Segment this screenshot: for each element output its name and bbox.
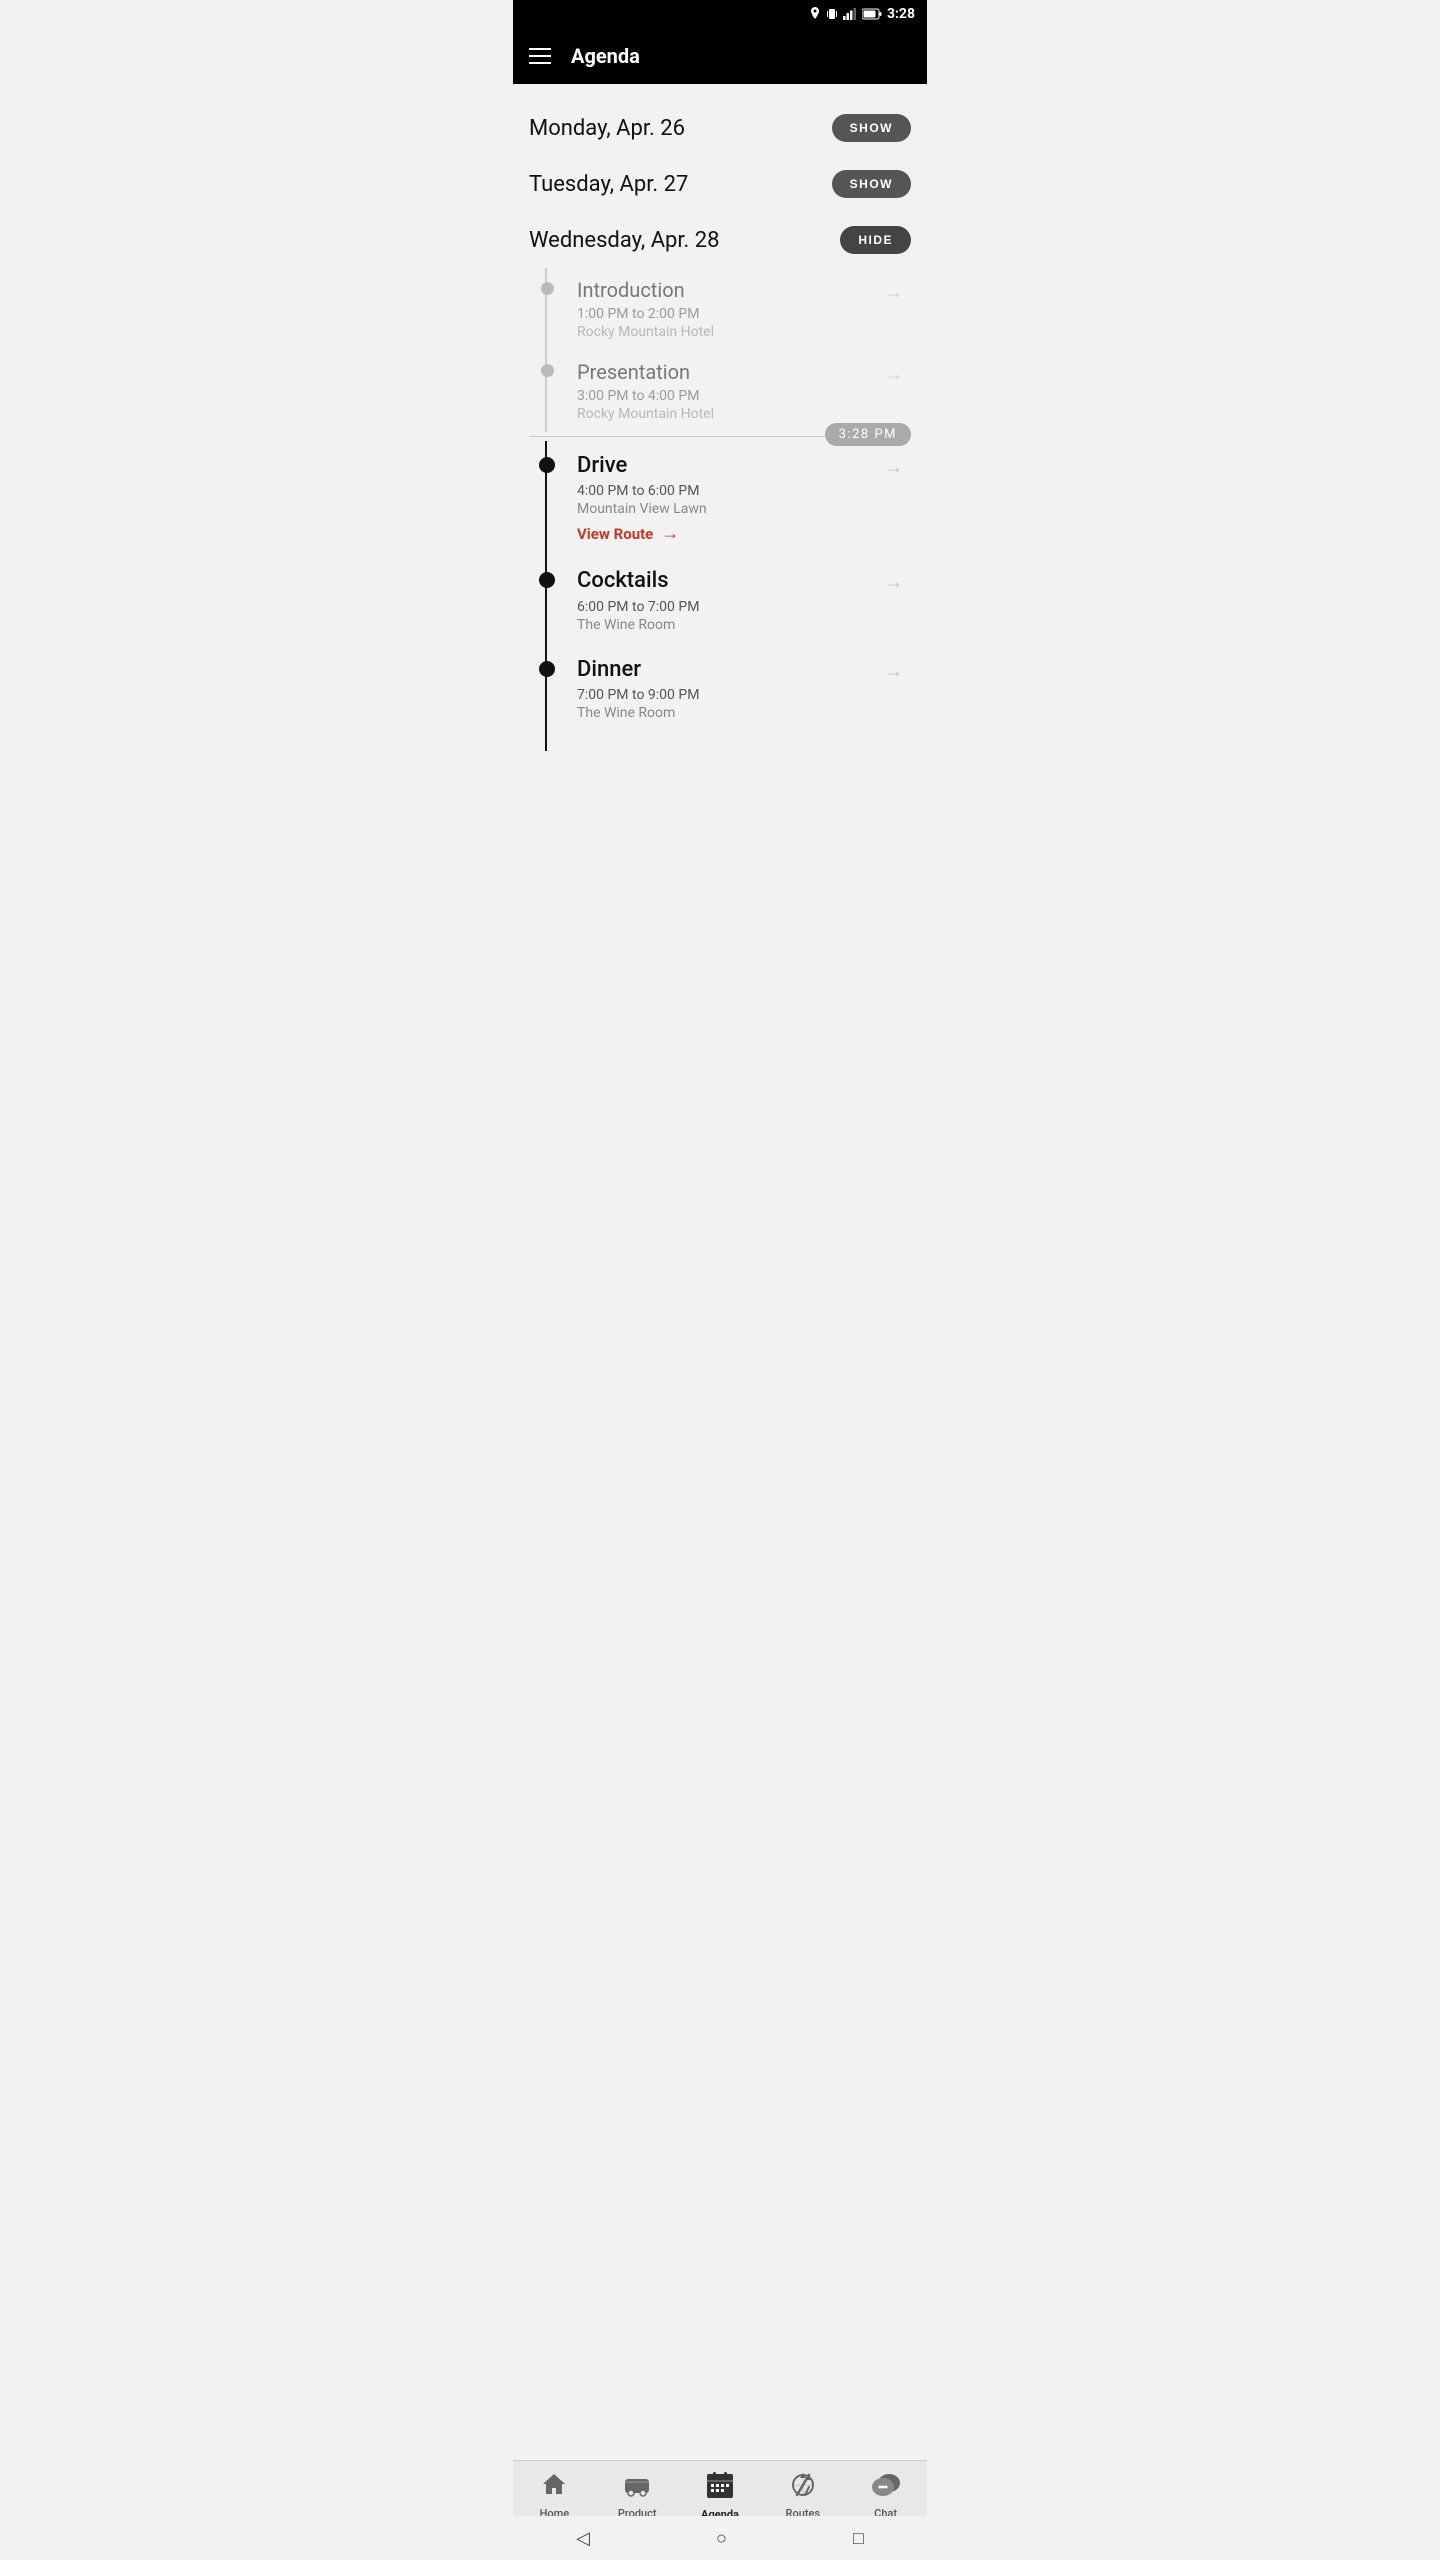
view-route-label: View Route [577,525,653,543]
agenda-content: Monday, Apr. 26 SHOW Tuesday, Apr. 27 SH… [513,84,927,751]
status-bar: 3:28 [513,0,927,28]
event-drive[interactable]: Drive 4:00 PM to 6:00 PM Mountain View L… [529,441,911,556]
page-title: Agenda [571,44,640,68]
dinner-dot-col [529,657,565,677]
dinner-title: Dinner [577,657,871,683]
cocktails-dot [539,572,555,588]
drive-dot-col [529,453,565,473]
intro-dot [541,282,554,295]
date-label-wednesday: Wednesday, Apr. 28 [529,228,720,253]
presentation-time: 3:00 PM to 4:00 PM [577,388,871,404]
status-icons: 3:28 [809,6,915,22]
view-route-button[interactable]: View Route → [577,523,871,544]
future-events-section: Drive 4:00 PM to 6:00 PM Mountain View L… [529,441,911,751]
cocktails-arrow-icon: → [885,572,903,593]
menu-button[interactable] [529,48,551,64]
intro-title: Introduction [577,278,871,302]
drive-time: 4:00 PM to 6:00 PM [577,483,871,499]
hide-wednesday-button[interactable]: HIDE [840,226,911,254]
drive-title: Drive [577,453,871,479]
presentation-dot [541,364,554,377]
cocktails-location: The Wine Room [577,617,871,633]
show-monday-button[interactable]: SHOW [832,114,911,142]
presentation-content: Presentation 3:00 PM to 4:00 PM Rocky Mo… [565,360,911,422]
agenda-icon [705,2470,735,2504]
dinner-location: The Wine Room [577,705,871,721]
intro-location: Rocky Mountain Hotel [577,324,871,340]
event-cocktails[interactable]: Cocktails 6:00 PM to 7:00 PM The Wine Ro… [529,556,911,644]
drive-content: Drive 4:00 PM to 6:00 PM Mountain View L… [565,453,911,544]
location-icon [809,7,821,21]
cocktails-content: Cocktails 6:00 PM to 7:00 PM The Wine Ro… [565,568,911,632]
date-label-monday: Monday, Apr. 26 [529,116,685,141]
dinner-time: 7:00 PM to 9:00 PM [577,687,871,703]
event-introduction[interactable]: Introduction 1:00 PM to 2:00 PM Rocky Mo… [529,268,911,350]
date-row-tuesday: Tuesday, Apr. 27 SHOW [529,156,911,212]
presentation-dot-col [529,360,565,377]
intro-time: 1:00 PM to 2:00 PM [577,306,871,322]
intro-content: Introduction 1:00 PM to 2:00 PM Rocky Mo… [565,278,911,340]
product-icon [623,2471,651,2503]
dinner-content: Dinner 7:00 PM to 9:00 PM The Wine Room [565,657,911,721]
signal-icon [843,8,857,20]
drive-arrow-icon: → [885,457,903,478]
chat-icon [871,2471,901,2503]
intro-dot-col [529,278,565,295]
wednesday-timeline: Introduction 1:00 PM to 2:00 PM Rocky Mo… [529,268,911,751]
current-time-badge: 3:28 PM [825,423,911,442]
presentation-location: Rocky Mountain Hotel [577,406,871,422]
presentation-arrow-icon: → [885,364,903,385]
date-row-wednesday: Wednesday, Apr. 28 HIDE [529,212,911,268]
date-label-tuesday: Tuesday, Apr. 27 [529,172,688,197]
vibrate-icon [826,7,838,21]
event-dinner[interactable]: Dinner 7:00 PM to 9:00 PM The Wine Room … [529,645,911,751]
cocktails-time: 6:00 PM to 7:00 PM [577,599,871,615]
drive-location: Mountain View Lawn [577,501,871,517]
presentation-title: Presentation [577,360,871,384]
dinner-dot [539,661,555,677]
home-button[interactable]: ○ [708,2520,735,2557]
recent-button[interactable]: □ [845,2520,872,2557]
status-time: 3:28 [887,6,915,22]
back-button[interactable]: ◁ [568,2520,598,2557]
intro-arrow-icon: → [885,282,903,303]
show-tuesday-button[interactable]: SHOW [832,170,911,198]
time-divider: 3:28 PM [529,436,911,437]
event-presentation[interactable]: Presentation 3:00 PM to 4:00 PM Rocky Mo… [529,350,911,432]
cocktails-title: Cocktails [577,568,871,594]
agenda-scroll-area[interactable]: Monday, Apr. 26 SHOW Tuesday, Apr. 27 SH… [513,84,927,2442]
drive-dot [539,457,555,473]
cocktails-dot-col [529,568,565,588]
battery-icon [862,8,882,20]
view-route-arrow-icon: → [661,523,679,544]
dinner-arrow-icon: → [885,661,903,682]
app-header: Agenda [513,28,927,84]
past-events-section: Introduction 1:00 PM to 2:00 PM Rocky Mo… [529,268,911,432]
system-nav-bar: ◁ ○ □ [513,2516,927,2560]
home-icon [540,2471,568,2503]
routes-icon [789,2471,817,2503]
date-row-monday: Monday, Apr. 26 SHOW [529,100,911,156]
